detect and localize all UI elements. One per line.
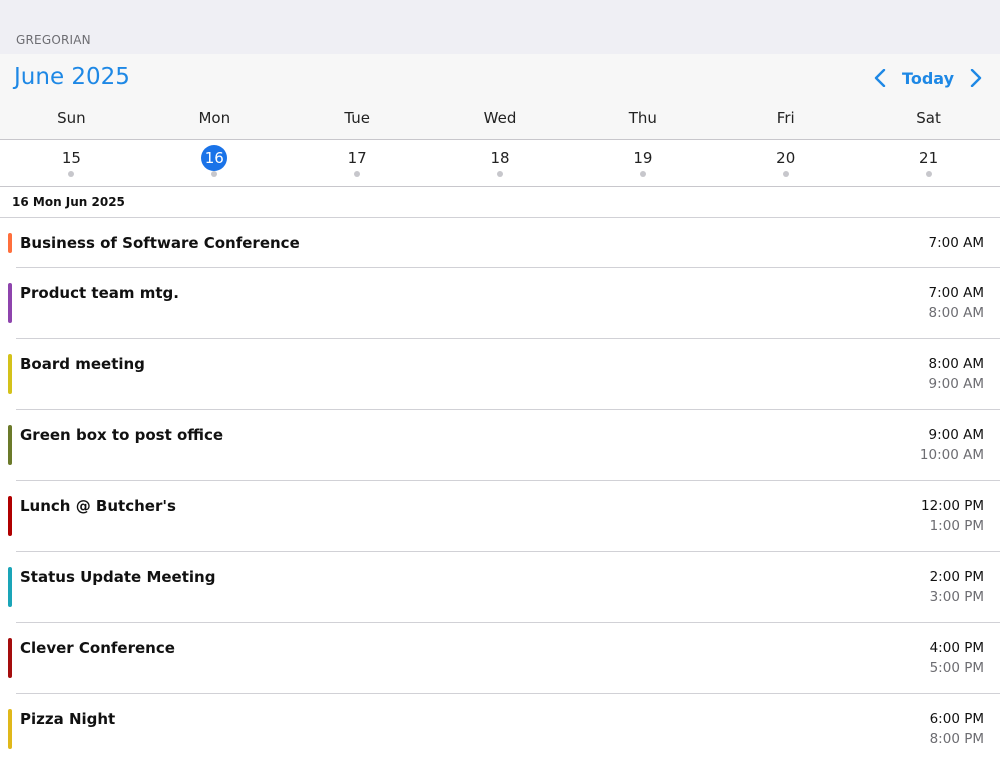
event-indicator-dot: [68, 171, 75, 177]
event-title: Status Update Meeting: [20, 568, 216, 586]
day-of-week-label: Sat: [916, 109, 941, 127]
event-indicator-dot: [639, 171, 646, 177]
event-title: Green box to post office: [20, 426, 224, 444]
week-dates-row: 15 16 17 18 19 20 21: [0, 140, 1000, 187]
event-row[interactable]: Board meeting 8:00 AM 9:00 AM: [0, 339, 1000, 410]
event-color-bar: [8, 638, 12, 678]
event-row[interactable]: Business of Software Conference 7:00 AM: [0, 218, 1000, 268]
event-title: Board meeting: [20, 355, 145, 373]
date-cell[interactable]: 21: [857, 140, 1000, 186]
day-of-week-label: Thu: [628, 109, 657, 127]
date-cell-selected[interactable]: 16: [143, 140, 286, 186]
date-number: 19: [633, 149, 653, 167]
event-color-bar: [8, 496, 12, 536]
event-end-time: 3:00 PM: [929, 589, 984, 605]
event-end-time: 9:00 AM: [928, 376, 985, 392]
event-indicator-dot: [211, 171, 218, 177]
day-of-week-label: Sun: [57, 109, 86, 127]
event-indicator-dot: [782, 171, 789, 177]
day-of-week-label: Fri: [776, 109, 795, 127]
date-cell[interactable]: 15: [0, 140, 143, 186]
event-start-time: 6:00 PM: [929, 711, 984, 727]
chevron-left-icon: [874, 69, 886, 87]
date-number: 20: [776, 149, 796, 167]
event-row[interactable]: Clever Conference 4:00 PM 5:00 PM: [0, 623, 1000, 694]
event-indicator-dot: [497, 171, 503, 177]
day-of-week-label: Wed: [483, 109, 517, 127]
event-color-bar: [8, 425, 12, 465]
day-of-week-label: Tue: [344, 109, 370, 127]
today-button[interactable]: Today: [902, 69, 954, 88]
event-row[interactable]: Lunch @ Butcher's 12:00 PM 1:00 PM: [0, 481, 1000, 552]
date-cell[interactable]: 18: [429, 140, 572, 186]
date-cell[interactable]: 19: [571, 140, 714, 186]
event-end-time: 8:00 PM: [929, 731, 984, 747]
navigation: Today: [870, 66, 986, 90]
event-row[interactable]: Status Update Meeting 2:00 PM 3:00 PM: [0, 552, 1000, 623]
event-end-time: 5:00 PM: [929, 660, 984, 676]
month-title[interactable]: June 2025: [14, 64, 130, 90]
event-start-time: 12:00 PM: [921, 498, 984, 514]
calendar-header: June 2025 Today Sun Mon Tue Wed Thu Fri …: [0, 54, 1000, 140]
event-row[interactable]: Pizza Night 6:00 PM 8:00 PM: [0, 694, 1000, 765]
event-start-time: 7:00 AM: [928, 235, 985, 251]
event-end-time: 10:00 AM: [919, 447, 984, 463]
days-of-week-row: Sun Mon Tue Wed Thu Fri Sat: [0, 109, 1000, 127]
event-start-time: 8:00 AM: [928, 356, 985, 372]
date-number: 17: [347, 149, 367, 167]
date-number: 21: [919, 149, 939, 167]
day-heading: 16 Mon Jun 2025: [12, 195, 125, 209]
date-cell[interactable]: 20: [714, 140, 857, 186]
event-title: Pizza Night: [20, 710, 116, 728]
day-of-week-label: Mon: [198, 109, 231, 127]
chevron-right-icon: [970, 69, 982, 87]
date-cell[interactable]: 17: [286, 140, 429, 186]
event-list: Business of Software Conference 7:00 AM …: [0, 218, 1000, 765]
event-end-time: 1:00 PM: [929, 518, 984, 534]
event-end-time: 8:00 AM: [928, 305, 985, 321]
event-title: Business of Software Conference: [20, 234, 300, 252]
event-row[interactable]: Green box to post office 9:00 AM 10:00 A…: [0, 410, 1000, 481]
event-row[interactable]: Product team mtg. 7:00 AM 8:00 AM: [0, 268, 1000, 339]
event-color-bar: [8, 354, 12, 394]
event-start-time: 9:00 AM: [928, 427, 985, 443]
next-week-button[interactable]: [966, 66, 986, 90]
event-title: Lunch @ Butcher's: [20, 497, 176, 515]
date-number: 15: [61, 149, 81, 167]
event-title: Clever Conference: [20, 639, 175, 657]
selected-date-number: 16: [201, 145, 228, 171]
event-color-bar: [8, 283, 12, 323]
event-indicator-dot: [354, 171, 361, 177]
event-color-bar: [8, 567, 12, 607]
previous-week-button[interactable]: [870, 66, 890, 90]
calendar-type-label: GREGORIAN: [16, 33, 91, 47]
event-start-time: 7:00 AM: [928, 285, 985, 301]
event-start-time: 4:00 PM: [929, 640, 984, 656]
event-start-time: 2:00 PM: [929, 569, 984, 585]
event-indicator-dot: [925, 171, 932, 177]
date-number: 18: [490, 149, 510, 167]
top-bar: GREGORIAN: [0, 0, 1000, 54]
event-color-bar: [8, 709, 12, 749]
event-title: Product team mtg.: [20, 284, 179, 302]
event-color-bar: [8, 233, 12, 253]
